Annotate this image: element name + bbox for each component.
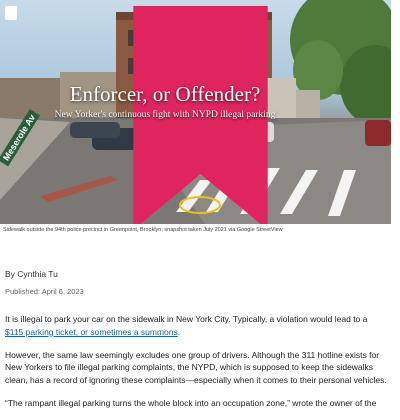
paragraph-1: It is illegal to park your car on the si… [5, 313, 388, 339]
publish-date: Published: April 6, 2023 [5, 287, 84, 296]
bookmark-icon[interactable] [5, 6, 268, 224]
article-body: It is illegal to park your car on the si… [5, 313, 388, 420]
parking-ticket-link[interactable]: $115 parking ticket, or sometimes a summ… [5, 327, 178, 337]
image-caption: Sidewalk outside the 94th police precinc… [3, 227, 283, 233]
paragraph-1-end: . [177, 326, 181, 337]
hero-subtitle: New Yorker's continuous fight with NYPD … [54, 110, 276, 120]
hero-image: Meserole Av Enforcer, or Offender? New Y… [0, 0, 391, 224]
hero-title: Enforcer, or Offender? [69, 82, 261, 106]
paragraph-3: “The rampant illegal parking turns the w… [5, 397, 377, 408]
byline: By Cynthia Tu [5, 269, 58, 279]
paragraph-2: However, the same law seemingly excludes… [5, 349, 387, 386]
paragraph-1-text: It is illegal to park your car on the si… [5, 314, 368, 324]
